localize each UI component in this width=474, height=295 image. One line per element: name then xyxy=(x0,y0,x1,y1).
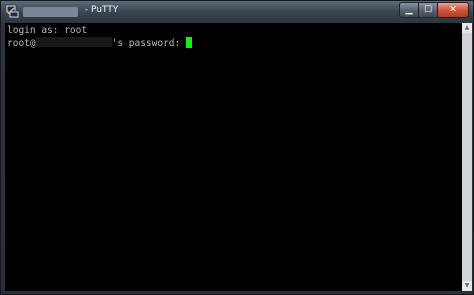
terminal-area[interactable]: login as: root root@ 's password: xyxy=(5,23,463,291)
window-controls: ▁ ☐ ✕ xyxy=(399,2,469,18)
password-prompt: 's password: xyxy=(111,38,186,49)
text-cursor xyxy=(185,37,192,48)
redacted-hostname-title xyxy=(23,7,78,17)
minimize-button[interactable]: ▁ xyxy=(399,2,418,18)
prompt-user: root@ xyxy=(7,38,36,49)
vertical-scrollbar[interactable]: ▲ ▼ xyxy=(462,23,472,291)
terminal-line-password: root@ 's password: xyxy=(7,37,192,50)
close-button[interactable]: ✕ xyxy=(437,2,469,18)
maximize-button[interactable]: ☐ xyxy=(418,2,437,18)
terminal-line-login: login as: root xyxy=(7,25,88,36)
scroll-up-arrow-icon[interactable]: ▲ xyxy=(462,23,472,33)
putty-icon[interactable] xyxy=(5,4,20,19)
redacted-hostname xyxy=(35,37,112,47)
scroll-down-arrow-icon[interactable]: ▼ xyxy=(462,281,472,291)
putty-window: - PuTTY ▁ ☐ ✕ login as: root root@ 's pas… xyxy=(0,0,474,295)
window-title: - PuTTY xyxy=(82,5,119,15)
title-bar[interactable]: - PuTTY ▁ ☐ ✕ xyxy=(1,1,473,23)
